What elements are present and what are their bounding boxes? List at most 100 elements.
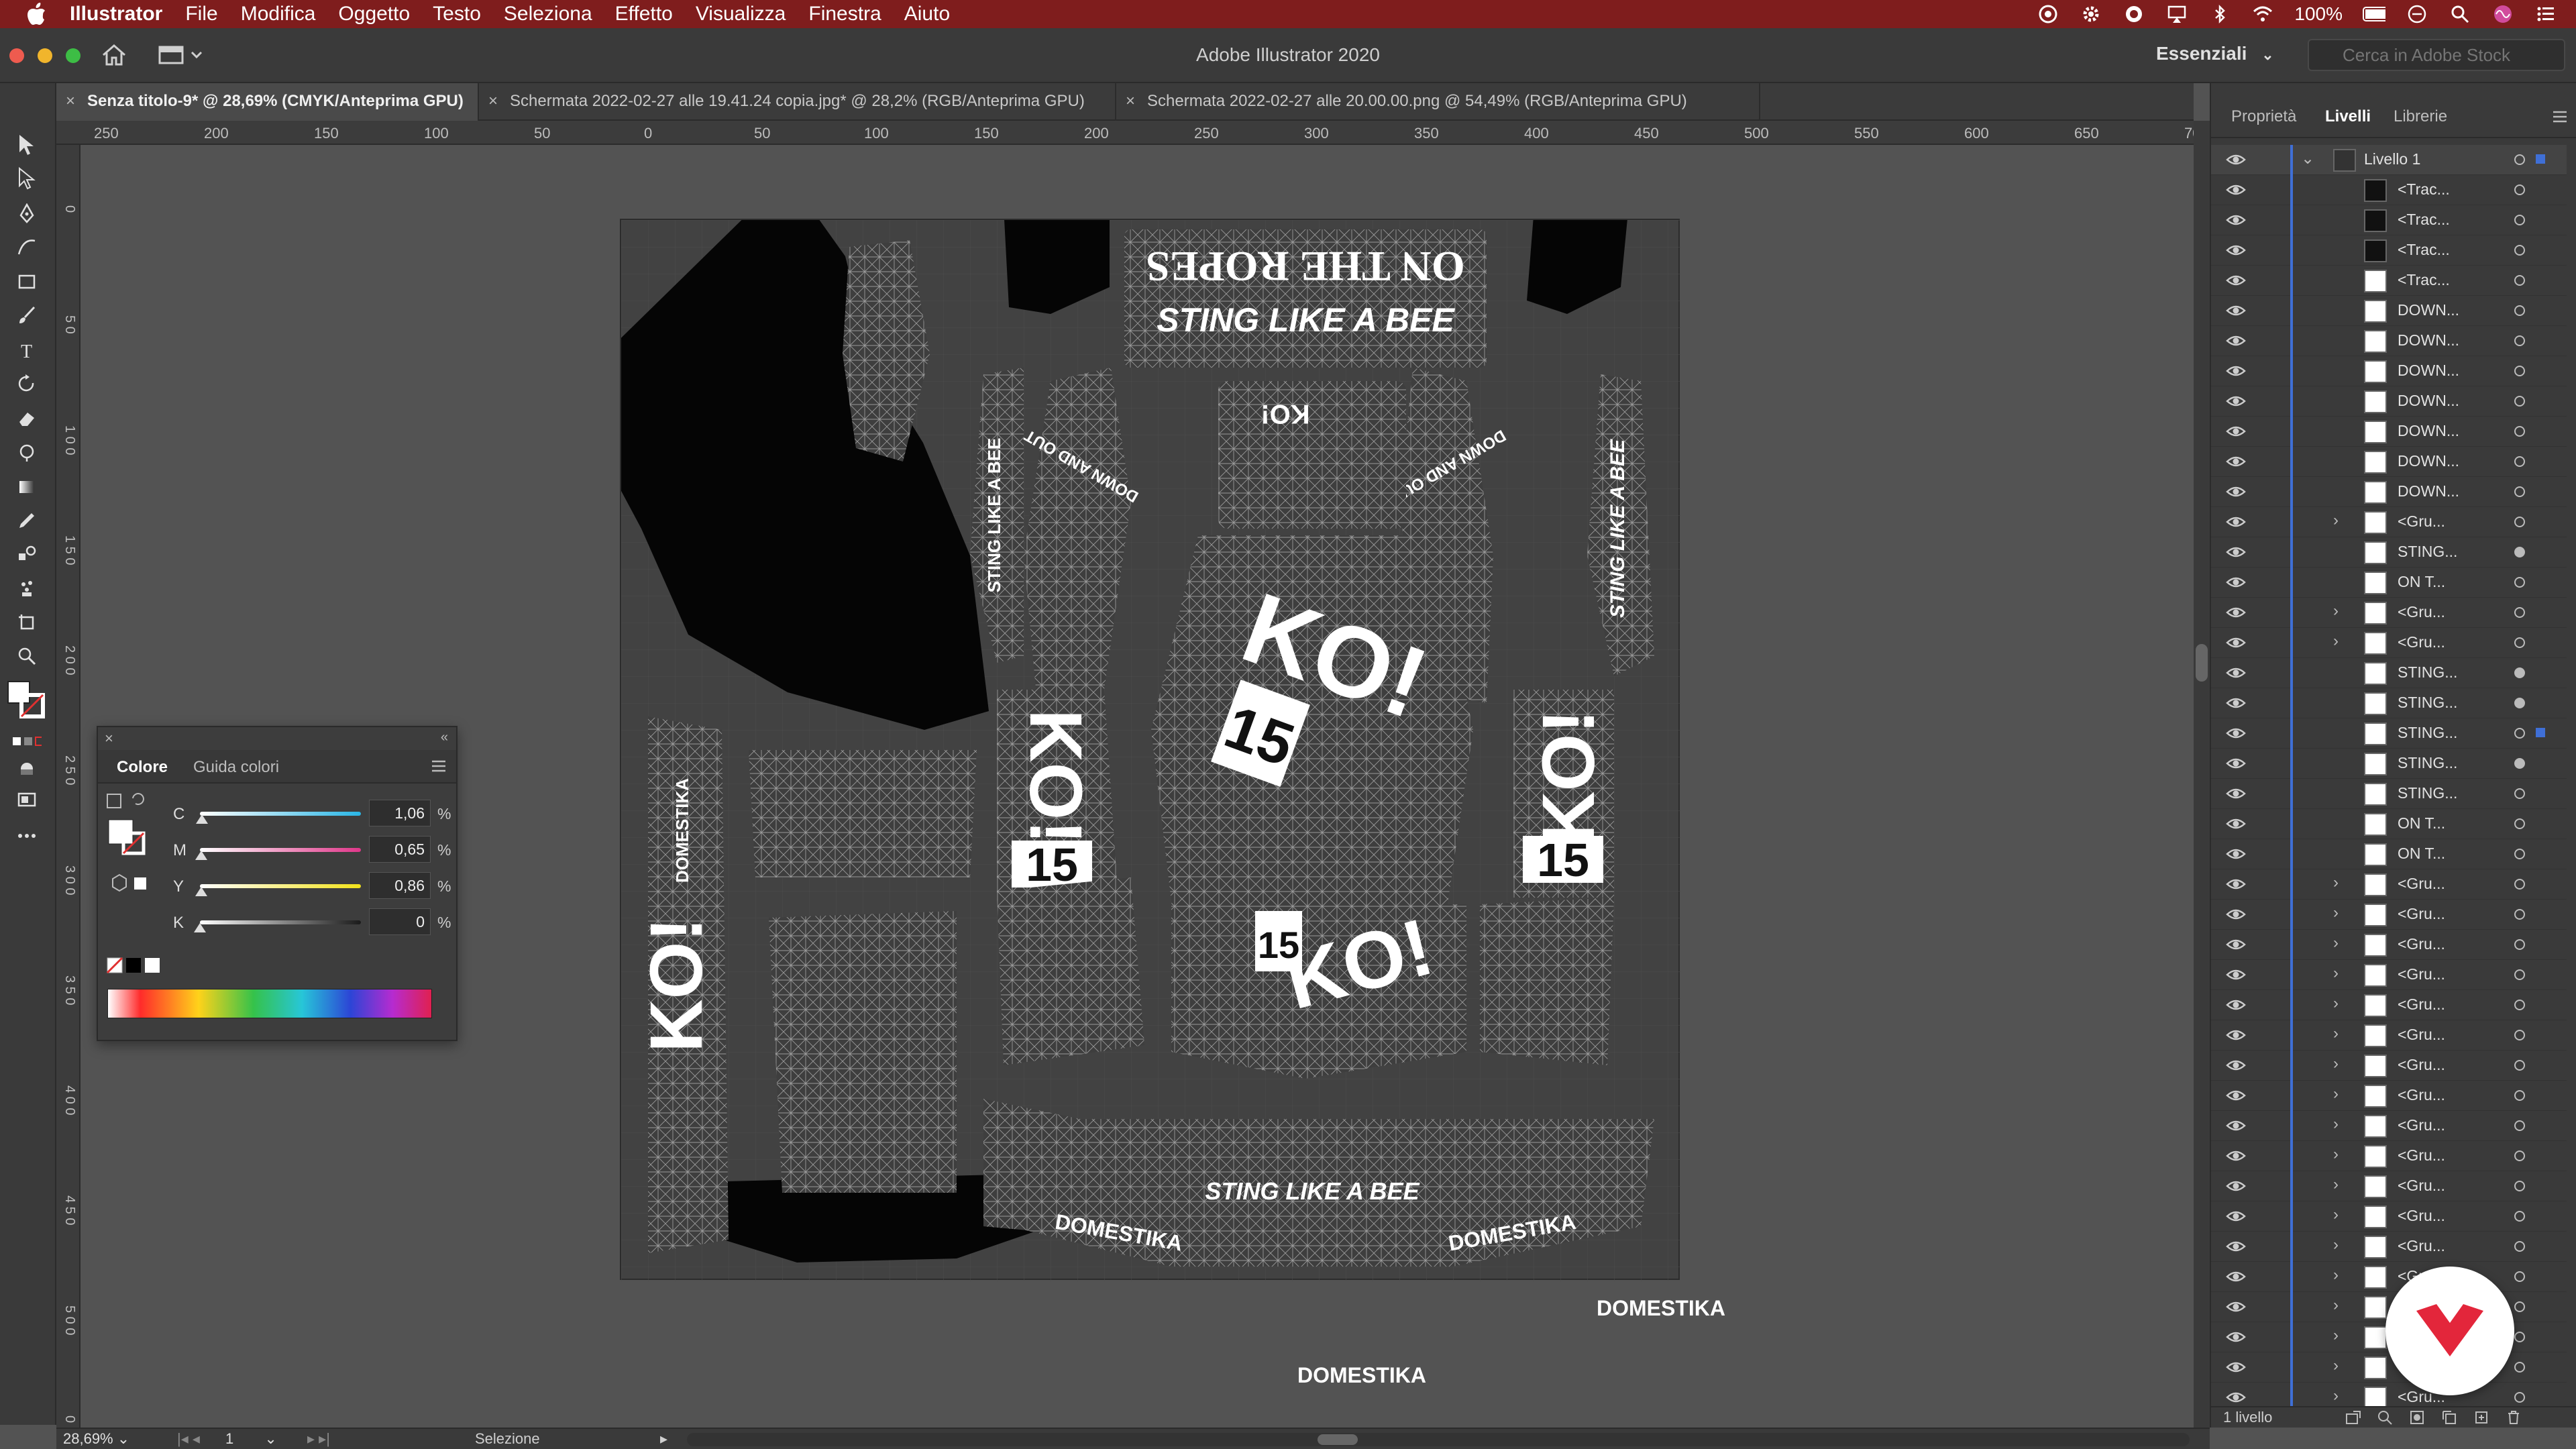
visibility-eye-icon[interactable]: [2226, 1237, 2246, 1256]
visibility-eye-icon[interactable]: [2226, 1388, 2246, 1406]
layer-row[interactable]: ›<Gru...: [2211, 900, 2567, 930]
layer-target-circle[interactable]: [2514, 698, 2525, 708]
color-mode-icons[interactable]: [12, 727, 42, 757]
visibility-eye-icon[interactable]: [2226, 603, 2246, 622]
layer-target-circle[interactable]: [2514, 637, 2525, 648]
visibility-eye-icon[interactable]: [2226, 1267, 2246, 1286]
visibility-eye-icon[interactable]: [2226, 452, 2246, 471]
type-tool-icon[interactable]: T: [12, 335, 42, 365]
chevron-right-icon[interactable]: ›: [2333, 511, 2339, 530]
scrollbar-thumb[interactable]: [2196, 644, 2208, 682]
layer-row[interactable]: STING...: [2211, 688, 2567, 718]
layer-target-circle[interactable]: [2514, 1000, 2525, 1010]
menu-modifica[interactable]: Modifica: [241, 3, 316, 25]
layer-row[interactable]: ›<Gru...: [2211, 1232, 2567, 1262]
visibility-eye-icon[interactable]: [2226, 1086, 2246, 1105]
close-tab-icon[interactable]: ×: [1126, 83, 1135, 119]
workspace-switcher[interactable]: Essenziali ⌄: [2156, 43, 2274, 64]
slider-track[interactable]: [200, 920, 361, 924]
layer-target-circle[interactable]: [2514, 456, 2525, 467]
tab-librerie[interactable]: Librerie: [2394, 107, 2447, 126]
slider-thumb[interactable]: [195, 887, 208, 896]
chevron-right-icon[interactable]: ›: [2333, 632, 2339, 651]
tab-schermata-jpg[interactable]: × Schermata 2022-02-27 alle 19.41.24 cop…: [479, 83, 1116, 121]
layer-target-circle[interactable]: [2514, 969, 2525, 980]
layer-target-circle[interactable]: [2514, 184, 2525, 195]
collapse-panel-icon[interactable]: «: [441, 730, 448, 745]
layer-target-circle[interactable]: [2514, 1301, 2525, 1312]
layer-row-livello-1[interactable]: ⌄ Livello 1: [2211, 145, 2567, 175]
visibility-eye-icon[interactable]: [2226, 513, 2246, 531]
layer-row[interactable]: <Trac...: [2211, 175, 2567, 205]
spotlight-search-icon[interactable]: [2449, 3, 2471, 25]
tab-schermata-png[interactable]: × Schermata 2022-02-27 alle 20.00.00.png…: [1116, 83, 1760, 121]
magenta-value-input[interactable]: [369, 836, 431, 863]
new-sublayer-icon[interactable]: [2442, 1410, 2457, 1430]
menu-finestra[interactable]: Finestra: [808, 3, 881, 25]
layer-target-circle[interactable]: [2514, 788, 2525, 799]
find-object-icon[interactable]: [2377, 1410, 2392, 1430]
visibility-eye-icon[interactable]: [2226, 301, 2246, 320]
layer-row[interactable]: DOWN...: [2211, 326, 2567, 356]
menu-file[interactable]: File: [185, 3, 217, 25]
new-layer-icon[interactable]: [2474, 1410, 2489, 1430]
chevron-right-icon[interactable]: ›: [2333, 602, 2339, 621]
horizontal-ruler[interactable]: 250 200 150 100 50 0 50 100 150 200 250 300 350 400 45…: [56, 121, 2194, 145]
battery-icon[interactable]: [2363, 3, 2385, 25]
slider-yellow[interactable]: Y %: [98, 871, 456, 903]
menu-visualizza[interactable]: Visualizza: [696, 3, 786, 25]
layer-row[interactable]: DOWN...: [2211, 296, 2567, 326]
layer-target-circle[interactable]: [2514, 758, 2525, 769]
cyan-value-input[interactable]: [369, 800, 431, 826]
paintbrush-tool-icon[interactable]: [12, 301, 42, 330]
blend-tool-icon[interactable]: [12, 539, 42, 569]
visibility-eye-icon[interactable]: [2226, 1026, 2246, 1044]
tab-proprieta[interactable]: Proprietà: [2231, 107, 2296, 126]
fill-stroke-swatch[interactable]: [7, 680, 47, 720]
slider-cyan[interactable]: C %: [98, 798, 456, 830]
artboard-number-dropdown[interactable]: 1 ⌄: [225, 1430, 292, 1449]
menu-testo[interactable]: Testo: [433, 3, 481, 25]
layer-row[interactable]: <Trac...: [2211, 205, 2567, 235]
chevron-right-icon[interactable]: ›: [2333, 1055, 2339, 1073]
tab-colore[interactable]: Colore: [117, 758, 168, 777]
visibility-eye-icon[interactable]: [2226, 573, 2246, 592]
artboard-nav-first-prev[interactable]: |◂ ◂: [177, 1430, 200, 1448]
visibility-eye-icon[interactable]: [2226, 271, 2246, 290]
layer-target-circle[interactable]: [2514, 305, 2525, 316]
visibility-eye-icon[interactable]: [2226, 663, 2246, 682]
zoom-level-dropdown[interactable]: 28,69% ⌄: [63, 1430, 150, 1449]
visibility-eye-icon[interactable]: [2226, 180, 2246, 199]
layer-row[interactable]: ›<Gru...: [2211, 1051, 2567, 1081]
time-machine-icon[interactable]: [2406, 3, 2428, 25]
panel-menu-icon[interactable]: [2552, 110, 2568, 127]
layer-target-circle[interactable]: [2514, 366, 2525, 376]
visibility-eye-icon[interactable]: [2226, 875, 2246, 894]
slider-track[interactable]: [200, 884, 361, 888]
layer-row[interactable]: ›<Gru...: [2211, 1262, 2567, 1292]
creative-cloud-icon[interactable]: [2037, 3, 2059, 25]
more-tools-icon[interactable]: [12, 821, 42, 851]
visibility-eye-icon[interactable]: [2226, 331, 2246, 350]
visibility-eye-icon[interactable]: [2226, 694, 2246, 712]
layer-row[interactable]: STING...: [2211, 658, 2567, 688]
menu-oggetto[interactable]: Oggetto: [338, 3, 410, 25]
visibility-eye-icon[interactable]: [2226, 1116, 2246, 1135]
visibility-eye-icon[interactable]: [2226, 482, 2246, 501]
layer-target-circle[interactable]: [2514, 879, 2525, 890]
slider-track[interactable]: [200, 812, 361, 816]
visibility-eye-icon[interactable]: [2226, 724, 2246, 743]
rectangle-tool-icon[interactable]: [12, 267, 42, 297]
visibility-eye-icon[interactable]: [2226, 211, 2246, 229]
menu-aiuto[interactable]: Aiuto: [904, 3, 950, 25]
close-tab-icon[interactable]: ×: [66, 83, 75, 119]
visibility-eye-icon[interactable]: [2226, 241, 2246, 260]
layer-row[interactable]: ›<Gru...: [2211, 628, 2567, 658]
tab-livelli[interactable]: Livelli: [2325, 107, 2371, 126]
layer-target-circle[interactable]: [2514, 1241, 2525, 1252]
chevron-right-icon[interactable]: ›: [2333, 1115, 2339, 1134]
chevron-down-icon[interactable]: ⌄: [2301, 149, 2314, 168]
layer-target-circle[interactable]: [2514, 1060, 2525, 1071]
layer-target-circle[interactable]: [2514, 396, 2525, 407]
layer-row[interactable]: ›<Gru...: [2211, 507, 2567, 537]
